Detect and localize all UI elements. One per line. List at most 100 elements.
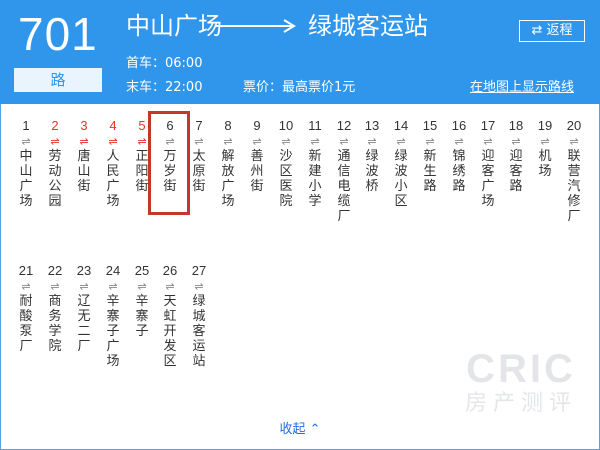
- stop-number: 27: [191, 263, 207, 278]
- stop-item[interactable]: 10 ⇌ 沙区医院: [276, 117, 296, 209]
- bidirectional-arrow-icon: ⇌: [540, 135, 550, 148]
- stop-item[interactable]: 17 ⇌ 迎客广场: [478, 117, 498, 209]
- route-header: 701 路 中山广场 绿城客运站 首车：06:00 末车：22:00 票价：最高…: [0, 0, 600, 104]
- bidirectional-arrow-icon: ⇌: [194, 280, 204, 293]
- stop-item[interactable]: 14 ⇌ 绿波小区: [391, 117, 411, 209]
- bidirectional-arrow-icon: ⇌: [21, 135, 31, 148]
- stop-name: 商务学院: [48, 294, 62, 354]
- origin-stop: 中山广场: [126, 12, 222, 40]
- stop-name: 新生路: [423, 149, 437, 194]
- route-number: 701: [18, 8, 98, 60]
- stop-number: 4: [109, 118, 117, 133]
- stop-name: 太原街: [192, 149, 206, 194]
- stop-item[interactable]: 4 ⇌ 人民广场: [103, 117, 123, 209]
- stop-number: 3: [80, 118, 88, 133]
- stop-number: 24: [105, 263, 121, 278]
- stop-item[interactable]: 1 ⇌ 中山广场: [16, 117, 36, 209]
- bidirectional-arrow-icon: ⇌: [165, 280, 175, 293]
- bidirectional-arrow-icon: ⇌: [137, 280, 147, 293]
- watermark-line-1: CRIC: [466, 347, 576, 391]
- stop-number: 26: [162, 263, 178, 278]
- stop-item[interactable]: 26 ⇌ 天虹开发区: [160, 262, 180, 369]
- stop-item[interactable]: 20 ⇌ 联营汽修厂: [564, 117, 584, 224]
- collapse-button[interactable]: 收起 ⌃: [0, 418, 600, 437]
- stop-item[interactable]: 15 ⇌ 新生路: [420, 117, 440, 194]
- stop-item[interactable]: 21 ⇌ 耐酸泵厂: [16, 262, 36, 354]
- bidirectional-arrow-icon: ⇌: [79, 280, 89, 293]
- stop-item[interactable]: 7 ⇌ 太原街: [189, 117, 209, 194]
- bidirectional-arrow-icon: ⇌: [108, 280, 118, 293]
- stop-number: 22: [47, 263, 63, 278]
- bidirectional-arrow-icon: ⇌: [194, 135, 204, 148]
- stop-item[interactable]: 18 ⇌ 迎客路: [506, 117, 526, 194]
- bidirectional-arrow-icon: ⇌: [483, 135, 493, 148]
- stop-name: 机场: [538, 149, 552, 179]
- stop-name: 辛寨子广场: [106, 294, 120, 369]
- stop-item[interactable]: 27 ⇌ 绿城客运站: [189, 262, 209, 369]
- stop-name: 通信电缆厂: [337, 149, 351, 224]
- stop-number: 16: [451, 118, 467, 133]
- stop-name: 绿波桥: [365, 149, 379, 194]
- stop-name: 劳动公园: [48, 149, 62, 209]
- stop-number: 23: [76, 263, 92, 278]
- bidirectional-arrow-icon: ⇌: [50, 280, 60, 293]
- route-suffix: 路: [14, 68, 102, 92]
- stop-name: 辽无二厂: [77, 294, 91, 354]
- stop-name: 联营汽修厂: [567, 149, 581, 224]
- bidirectional-arrow-icon: ⇌: [281, 135, 291, 148]
- stop-item[interactable]: 2 ⇌ 劳动公园: [45, 117, 65, 209]
- stop-name: 绿城客运站: [192, 294, 206, 369]
- return-trip-button[interactable]: ⇄ 返程: [519, 20, 585, 42]
- fare-info: 票价：最高票价1元: [243, 80, 356, 95]
- first-bus-time: 首车：06:00: [126, 56, 203, 71]
- stop-name: 迎客广场: [481, 149, 495, 209]
- stop-item[interactable]: 23 ⇌ 辽无二厂: [74, 262, 94, 354]
- stop-name: 辛寨子: [135, 294, 149, 339]
- stop-item[interactable]: 16 ⇌ 锦绣路: [449, 117, 469, 194]
- stop-number: 1: [22, 118, 30, 133]
- stop-item[interactable]: 13 ⇌ 绿波桥: [362, 117, 382, 194]
- stop-name: 锦绣路: [452, 149, 466, 194]
- selected-stop-highlight: [148, 111, 190, 215]
- stop-name: 解放广场: [221, 149, 235, 209]
- bidirectional-arrow-icon: ⇌: [50, 135, 60, 148]
- bidirectional-arrow-icon: ⇌: [252, 135, 262, 148]
- stop-number: 20: [566, 118, 582, 133]
- direction-arrow-icon: [216, 19, 296, 33]
- stop-name: 人民广场: [106, 149, 120, 209]
- stop-number: 12: [336, 118, 352, 133]
- stop-item[interactable]: 3 ⇌ 唐山街: [74, 117, 94, 194]
- stop-item[interactable]: 11 ⇌ 新建小学: [305, 117, 325, 209]
- stop-item[interactable]: 22 ⇌ 商务学院: [45, 262, 65, 354]
- bidirectional-arrow-icon: ⇌: [511, 135, 521, 148]
- bidirectional-arrow-icon: ⇌: [367, 135, 377, 148]
- stop-number: 17: [480, 118, 496, 133]
- stop-item[interactable]: 12 ⇌ 通信电缆厂: [334, 117, 354, 224]
- stop-item[interactable]: 24 ⇌ 辛寨子广场: [103, 262, 123, 369]
- watermark-line-2: 房产测评: [464, 390, 577, 415]
- stop-item[interactable]: 9 ⇌ 善州街: [247, 117, 267, 194]
- stop-number: 10: [278, 118, 294, 133]
- stop-name: 新建小学: [308, 149, 322, 209]
- bidirectional-arrow-icon: ⇌: [108, 135, 118, 148]
- stop-name: 唐山街: [77, 149, 91, 194]
- bidirectional-arrow-icon: ⇌: [569, 135, 579, 148]
- stop-item[interactable]: 8 ⇌ 解放广场: [218, 117, 238, 209]
- bidirectional-arrow-icon: ⇌: [425, 135, 435, 148]
- destination-stop: 绿城客运站: [308, 12, 428, 40]
- stop-number: 18: [508, 118, 524, 133]
- bidirectional-arrow-icon: ⇌: [310, 135, 320, 148]
- stop-item[interactable]: 19 ⇌ 机场: [535, 117, 555, 179]
- stop-name: 迎客路: [509, 149, 523, 194]
- stop-number: 7: [195, 118, 203, 133]
- bidirectional-arrow-icon: ⇌: [79, 135, 89, 148]
- stop-name: 天虹开发区: [163, 294, 177, 369]
- bidirectional-arrow-icon: ⇌: [454, 135, 464, 148]
- watermark-logo: CRIC 房产测评: [456, 348, 586, 416]
- bidirectional-arrow-icon: ⇌: [223, 135, 233, 148]
- stop-name: 善州街: [250, 149, 264, 194]
- show-on-map-link[interactable]: 在地图上显示路线: [470, 76, 574, 95]
- bidirectional-arrow-icon: ⇌: [339, 135, 349, 148]
- stop-item[interactable]: 25 ⇌ 辛寨子: [132, 262, 152, 339]
- stop-name: 沙区医院: [279, 149, 293, 209]
